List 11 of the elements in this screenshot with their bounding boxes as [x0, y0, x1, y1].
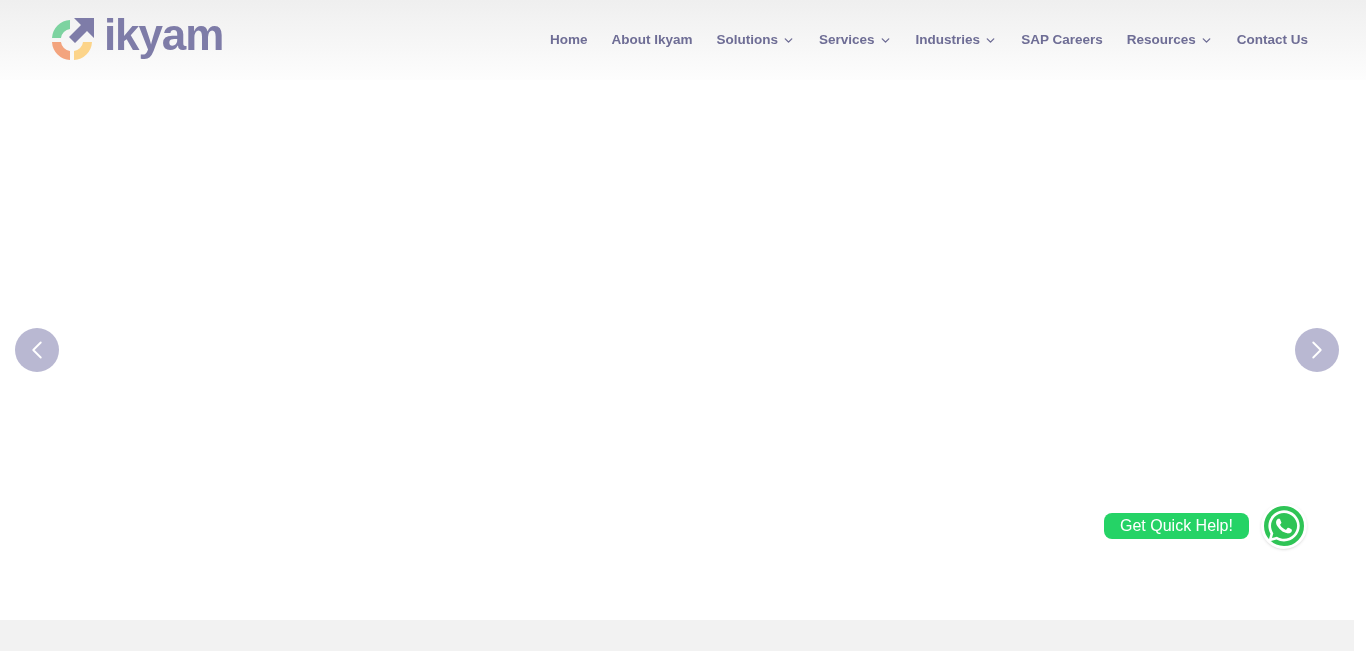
nav-link[interactable]: Solutions — [716, 29, 796, 51]
previous-slide-button[interactable] — [15, 328, 59, 372]
nav-link[interactable]: Home — [550, 29, 588, 51]
next-slide-button[interactable] — [1295, 328, 1339, 372]
logo-wordmark[interactable]: ikyam — [104, 13, 224, 57]
nav-link[interactable]: SAP Careers — [1021, 29, 1103, 51]
nav-link[interactable]: Contact Us — [1236, 29, 1308, 51]
nav-link[interactable]: Industries — [915, 29, 998, 51]
nav-link[interactable]: Services — [819, 29, 892, 51]
nav-link[interactable]: About Ikyam — [611, 29, 693, 51]
nav-link[interactable]: Resources — [1126, 29, 1213, 51]
